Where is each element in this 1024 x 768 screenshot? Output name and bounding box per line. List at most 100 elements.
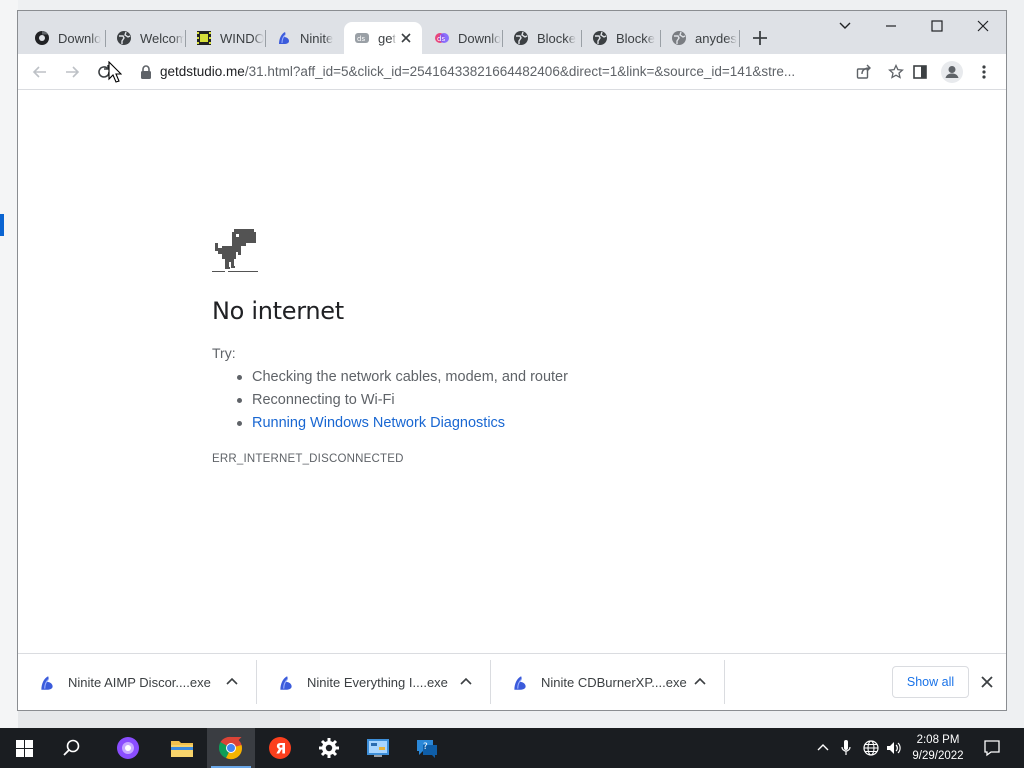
taskbar-alice-app[interactable] [104,728,152,768]
microphone-tray[interactable] [836,728,856,768]
clock-time: 2:08 PM [916,734,960,746]
chevron-up-icon[interactable] [458,674,474,690]
taskbar-control-panel[interactable] [354,728,402,768]
svg-text:?: ? [423,742,428,752]
tab-label: Blocke [537,30,577,46]
show-all-downloads-button[interactable]: Show all [892,666,969,698]
gear-icon [319,738,339,758]
ninite-icon [280,675,292,690]
url-path: /31.html?aff_id=5&click_id=2541643382166… [244,64,796,79]
ninite-icon [279,32,289,44]
address-bar[interactable]: getdstudio.me/31.html?aff_id=5&click_id=… [126,58,904,86]
start-button[interactable] [0,728,48,768]
ninite-icon [514,675,526,690]
share-icon[interactable] [856,64,872,80]
desktop-edge [0,0,18,728]
tab-search-button[interactable] [822,11,868,41]
minimize-icon [886,25,896,27]
svg-text:ds: ds [437,35,445,43]
back-button[interactable] [26,58,54,86]
offline-dinosaur-icon[interactable] [212,229,258,273]
tab-blocked-2[interactable]: Blocke [582,22,660,54]
kebab-menu-icon [982,65,986,79]
tab-anydesk[interactable]: anydes [661,22,739,54]
forward-arrow-icon [66,66,80,78]
download-filename: Ninite CDBurnerXP....exe [541,675,687,690]
chrome-dark-icon [35,30,49,45]
tab-download-1[interactable]: Downlo [24,22,104,54]
show-hidden-icons[interactable] [812,728,834,768]
tab-windows[interactable]: WINDO [186,22,264,54]
download-filename: Ninite AIMP Discor....exe [68,675,211,690]
volume-tray[interactable] [884,728,904,768]
globe-icon [593,31,607,45]
tab-blocked-1[interactable]: Blocke [503,22,581,54]
bookmark-star-icon[interactable] [888,64,904,80]
film-icon [197,31,211,45]
windows-taskbar: Я ? 2:08 PM 9/29/2022 [0,728,1024,768]
error-code: ERR_INTERNET_DISCONNECTED [212,453,404,465]
tab-label: anydes [695,30,737,46]
tab-download-2[interactable]: ds Downlo [424,22,502,54]
forward-button[interactable] [58,58,86,86]
network-tray[interactable] [860,728,882,768]
tab-ninite[interactable]: Ninite [266,22,344,54]
tab-strip: Downlo Welcom WINDO Ninite ds get ds Dow… [18,11,1006,54]
minimize-button[interactable] [868,11,914,41]
new-tab-icon[interactable] [748,26,772,50]
error-title: No internet [212,297,344,325]
globe-icon [672,31,686,45]
side-panel-button[interactable] [906,58,934,86]
ninite-icon [41,675,53,690]
profile-button[interactable] [938,58,966,86]
close-downloads-bar-icon[interactable] [978,673,996,691]
tab-label: Ninite [300,30,334,46]
url-text[interactable]: getdstudio.me/31.html?aff_id=5&click_id=… [160,64,800,79]
tab-welcome[interactable]: Welcom [106,22,184,54]
microphone-icon [841,740,851,755]
download-filename: Ninite Everything I....exe [307,675,448,690]
taskbar-yandex-browser[interactable]: Я [256,728,304,768]
taskbar-settings[interactable] [305,728,353,768]
chrome-window: Downlo Welcom WINDO Ninite ds get ds Dow… [17,10,1007,711]
taskbar-quick-assist[interactable]: ? [403,728,451,768]
search-button[interactable] [48,728,96,768]
back-arrow-icon [32,66,46,78]
download-item[interactable]: Ninite AIMP Discor....exe [18,654,256,710]
folder-icon [171,741,193,757]
lock-icon[interactable] [140,65,152,79]
tab-label: get [378,30,397,46]
chrome-icon [219,736,242,760]
close-window-button[interactable] [960,11,1006,41]
close-tab-icon[interactable] [398,30,414,46]
windows-logo-icon [15,739,33,757]
tab-getdstudio-active[interactable]: ds get [344,22,422,54]
network-diagnostics-link[interactable]: Running Windows Network Diagnostics [237,414,568,437]
globe-network-icon [863,740,879,756]
notification-icon [984,740,1000,757]
download-item[interactable]: Ninite CDBurnerXP....exe [491,654,724,710]
menu-button[interactable] [970,58,998,86]
chevron-up-icon[interactable] [692,674,708,690]
desktop-accent-bar [0,214,4,236]
alice-assistant-icon [117,737,139,759]
system-clock[interactable]: 2:08 PM 9/29/2022 [906,732,970,764]
taskbar-file-explorer[interactable] [158,728,206,768]
taskbar-chrome[interactable] [207,728,255,768]
clock-date: 9/29/2022 [912,750,964,762]
side-panel-icon [913,65,927,79]
desktop-bottom-edge [18,710,320,728]
close-icon [977,20,989,32]
download-separator [724,660,725,704]
control-panel-icon [367,739,389,757]
maximize-icon [931,20,943,32]
yandex-icon: Я [269,737,291,759]
notifications-button[interactable] [978,728,1006,768]
tab-separator [739,30,740,47]
svg-text:ds: ds [357,35,365,43]
download-item[interactable]: Ninite Everything I....exe [257,654,490,710]
maximize-button[interactable] [914,11,960,41]
avatar-icon [941,61,963,83]
chevron-up-icon[interactable] [224,674,240,690]
url-host: getdstudio.me [160,64,245,79]
